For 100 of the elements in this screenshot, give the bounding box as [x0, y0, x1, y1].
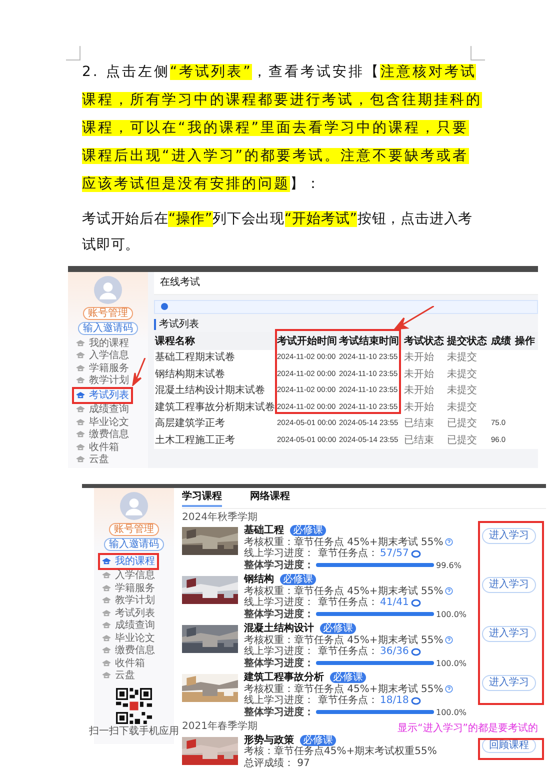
column-header: 成绩 — [490, 332, 514, 350]
column-header: 操作 — [514, 332, 538, 350]
page-header: 在线考试 — [154, 272, 538, 294]
sidebar-button[interactable]: 账号管理 — [83, 307, 133, 320]
crop-mark — [66, 46, 81, 61]
table-cell: 建筑工程事故分析期末试卷 — [155, 402, 275, 412]
weight-text: 考核权重：章节任务点 45%+期末考试 55% — [244, 586, 444, 596]
cap-icon — [102, 660, 111, 667]
avatar-icon — [120, 492, 148, 520]
progress-label: 线上学习进度： — [244, 646, 314, 657]
nav-item[interactable]: 收件箱 — [74, 441, 121, 454]
cap-icon — [102, 647, 111, 654]
weight-text: 考核权重：章节任务点 45%+期末考试 55% — [244, 634, 444, 646]
help-icon — [445, 636, 454, 644]
annotation-arrow — [394, 306, 434, 330]
table-cell: 未开始 — [404, 385, 434, 396]
course-title: 基础工程 — [244, 525, 284, 536]
nav-item[interactable]: 考试列表 — [100, 607, 157, 620]
cap-icon — [76, 406, 85, 414]
ring-icon — [410, 598, 421, 607]
nav-item[interactable]: 考试列表 — [74, 389, 131, 402]
table-cell: 已结束 — [404, 418, 434, 429]
cap-icon — [102, 558, 111, 565]
sidebar-button[interactable]: 账号管理 — [109, 523, 159, 536]
ring-icon — [410, 550, 421, 558]
help-icon — [445, 685, 454, 694]
table-cell: 已提交 — [447, 434, 477, 446]
nav-item[interactable]: 成绩查询 — [100, 620, 157, 632]
nav-item[interactable]: 缴费信息 — [100, 644, 157, 657]
table-cell: 未提交 — [447, 352, 477, 363]
course-button[interactable]: 进入学习 — [482, 528, 536, 544]
course-badge: 必修课 — [330, 672, 366, 684]
table-cell: 已提交 — [447, 418, 477, 429]
crop-mark — [470, 46, 485, 61]
annotation-arrow — [132, 358, 146, 386]
nav-item[interactable]: 云盘 — [74, 454, 111, 466]
cap-icon — [102, 597, 111, 604]
overall-label: 整体学习进度： — [244, 706, 314, 718]
table-cell: 已结束 — [404, 434, 434, 446]
table-cell: 未开始 — [404, 402, 434, 412]
highlight-box — [478, 738, 544, 760]
course-title: 建筑工程事故分析 — [244, 672, 324, 684]
nav-item[interactable]: 收件箱 — [100, 657, 147, 670]
cap-icon — [102, 622, 111, 630]
course-title: 形势与政策 — [244, 734, 294, 746]
nav-item[interactable]: 成绩查询 — [74, 404, 131, 416]
cap-icon — [76, 456, 85, 464]
nav-item[interactable]: 入学信息 — [100, 570, 157, 582]
qr-code-icon — [116, 688, 152, 724]
column-header: 考试结束时间 — [338, 332, 400, 350]
ring-icon — [410, 696, 421, 705]
column-header: 提交状态 — [446, 332, 490, 350]
weight-text: 考核权重：章节任务点 45%+期末考试 55% — [244, 684, 444, 694]
cap-icon — [102, 584, 111, 592]
task-count: 41/41 — [380, 597, 409, 608]
table-cell: 钢结构期末试卷 — [155, 368, 225, 380]
course-button[interactable]: 进入学习 — [482, 675, 536, 690]
nav-item[interactable]: 毕业论文 — [74, 416, 131, 428]
nav-item[interactable]: 我的课程 — [74, 337, 131, 350]
nav-item[interactable]: 教学计划 — [74, 374, 131, 387]
task-label: 章节任务点： — [318, 646, 378, 658]
cap-icon — [102, 672, 111, 680]
cap-icon — [76, 364, 85, 372]
cap-icon — [76, 392, 85, 399]
progress-label: 线上学习进度： — [244, 548, 314, 559]
tab[interactable]: 网络课程 — [250, 491, 290, 506]
column-header: 考试开始时间 — [276, 332, 338, 350]
course-badge: 必修课 — [290, 525, 326, 536]
cap-icon — [76, 431, 85, 438]
nav-item[interactable]: 教学计划 — [100, 594, 157, 607]
nav-item[interactable]: 学籍服务 — [100, 582, 157, 594]
nav-item[interactable]: 缴费信息 — [74, 428, 131, 441]
table-cell: 混凝土结构设计期末试卷 — [155, 385, 265, 396]
course-title: 混凝土结构设计 — [244, 623, 314, 634]
table-cell: 未开始 — [404, 368, 434, 380]
cap-icon — [76, 377, 85, 384]
task-label: 章节任务点： — [318, 548, 378, 560]
table-cell: 未提交 — [447, 385, 477, 396]
nav-item[interactable]: 我的课程 — [100, 555, 157, 568]
sidebar-button[interactable]: 输入邀请码 — [104, 538, 164, 551]
sidebar-button[interactable]: 输入邀请码 — [78, 322, 138, 335]
progress-label: 线上学习进度： — [244, 695, 314, 706]
progress-percent: 100.0% — [436, 658, 467, 668]
cap-icon — [102, 572, 111, 580]
course-badge: 必修课 — [280, 574, 316, 586]
nav-item[interactable]: 毕业论文 — [100, 632, 157, 644]
help-icon — [445, 538, 454, 546]
nav-item[interactable]: 学籍服务 — [74, 362, 131, 374]
nav-item[interactable]: 云盘 — [100, 670, 137, 682]
score-text: 总评成绩： 97 — [244, 758, 310, 769]
course-button[interactable]: 进入学习 — [482, 626, 536, 642]
tab[interactable]: 学习课程 — [182, 491, 222, 506]
cap-icon — [76, 444, 85, 451]
term-title: 2021年春季学期 — [182, 721, 258, 732]
nav-item[interactable]: 入学信息 — [74, 350, 131, 362]
task-label: 章节任务点： — [318, 695, 378, 706]
cap-icon — [102, 634, 111, 642]
qr-caption: 扫一扫下载手机应用 — [89, 726, 179, 738]
course-button[interactable]: 进入学习 — [482, 577, 536, 592]
course-badge: 必修课 — [300, 734, 336, 746]
